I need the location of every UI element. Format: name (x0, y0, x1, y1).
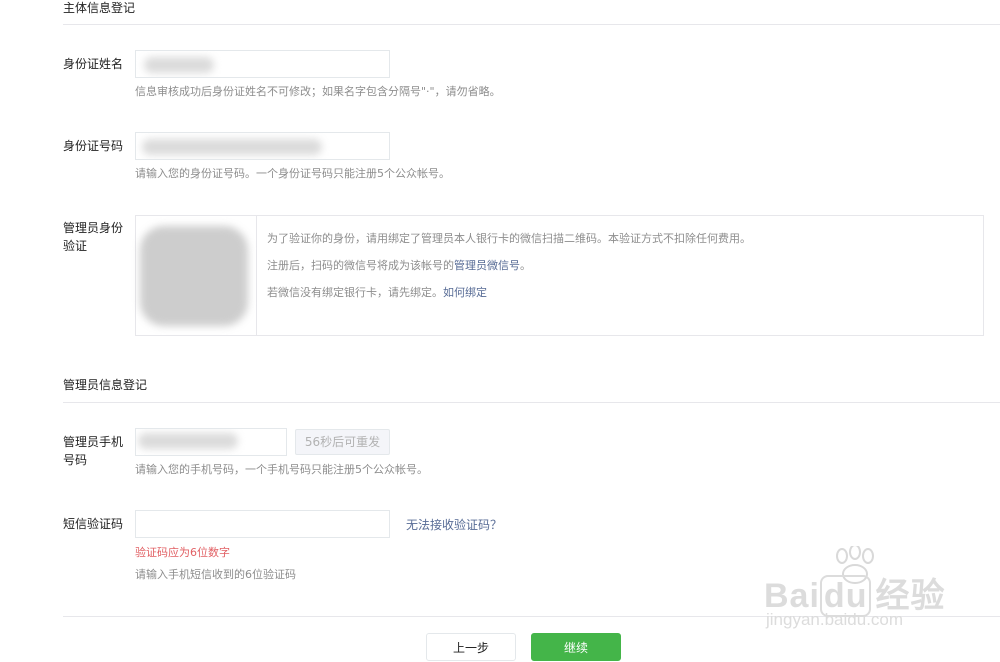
sms-code-input[interactable] (135, 510, 390, 538)
admin-wechat-link[interactable]: 管理员微信号 (454, 259, 520, 272)
admin-verify-text-2-prefix: 注册后，扫码的微信号将成为该帐号的 (267, 259, 454, 272)
admin-verify-label-line1: 管理员身份 (63, 221, 124, 235)
admin-verify-text-3: 若微信没有绑定银行卡，请先绑定。如何绑定 (267, 286, 487, 300)
admin-verify-text-2-suffix: 。 (520, 259, 531, 272)
id-name-redacted-value (144, 57, 214, 73)
id-name-input[interactable] (135, 50, 390, 78)
admin-verify-label-line2: 验证 (63, 239, 88, 253)
id-number-hint: 请输入您的身份证号码。一个身份证号码只能注册5个公众帐号。 (135, 167, 450, 180)
phone-label: 管理员手机 号码 (63, 433, 131, 469)
phone-hint: 请输入您的手机号码，一个手机号码只能注册5个公众帐号。 (135, 463, 428, 476)
phone-label-line2: 号码 (63, 453, 88, 467)
cannot-receive-code-link[interactable]: 无法接收验证码？ (406, 516, 502, 533)
qr-code-panel[interactable] (136, 216, 257, 335)
sms-error-message: 验证码应为6位数字 (135, 546, 230, 559)
continue-button[interactable]: 继续 (531, 633, 621, 661)
admin-verify-box: 为了验证你的身份，请用绑定了管理员本人银行卡的微信扫描二维码。本验证方式不扣除任… (135, 215, 984, 336)
admin-section-title: 管理员信息登记 (63, 378, 148, 392)
id-number-input[interactable] (135, 132, 390, 160)
phone-redacted-value (138, 433, 238, 449)
id-name-hint: 信息审核成功后身份证姓名不可修改；如果名字包含分隔号"·"，请勿省略。 (135, 85, 501, 98)
sms-label: 短信验证码 (63, 517, 124, 531)
id-number-label: 身份证号码 (63, 139, 124, 153)
admin-verify-text-1: 为了验证你的身份，请用绑定了管理员本人银行卡的微信扫描二维码。本验证方式不扣除任… (267, 232, 751, 245)
prev-step-button[interactable]: 上一步 (426, 633, 516, 661)
admin-verify-label: 管理员身份 验证 (63, 219, 131, 255)
sms-hint: 请输入手机短信收到的6位验证码 (135, 568, 296, 581)
admin-verify-text-2: 注册后，扫码的微信号将成为该帐号的管理员微信号。 (267, 259, 531, 273)
how-to-bind-link[interactable]: 如何绑定 (443, 286, 487, 299)
phone-label-line1: 管理员手机 (63, 435, 124, 449)
phone-input[interactable] (135, 428, 287, 456)
baidu-watermark: Bai du 经验 jingyan.baidu.com (764, 546, 964, 638)
resend-code-button[interactable]: 56秒后可重发 (295, 429, 390, 455)
id-number-redacted-value (142, 139, 322, 155)
qr-code-image (140, 226, 248, 326)
admin-verify-text-3-prefix: 若微信没有绑定银行卡，请先绑定。 (267, 286, 443, 299)
baidu-url: jingyan.baidu.com (766, 610, 904, 629)
entity-section-divider (63, 24, 1000, 25)
admin-section-divider (63, 402, 1000, 403)
id-name-label: 身份证姓名 (63, 57, 124, 71)
entity-section-title: 主体信息登记 (63, 1, 136, 15)
